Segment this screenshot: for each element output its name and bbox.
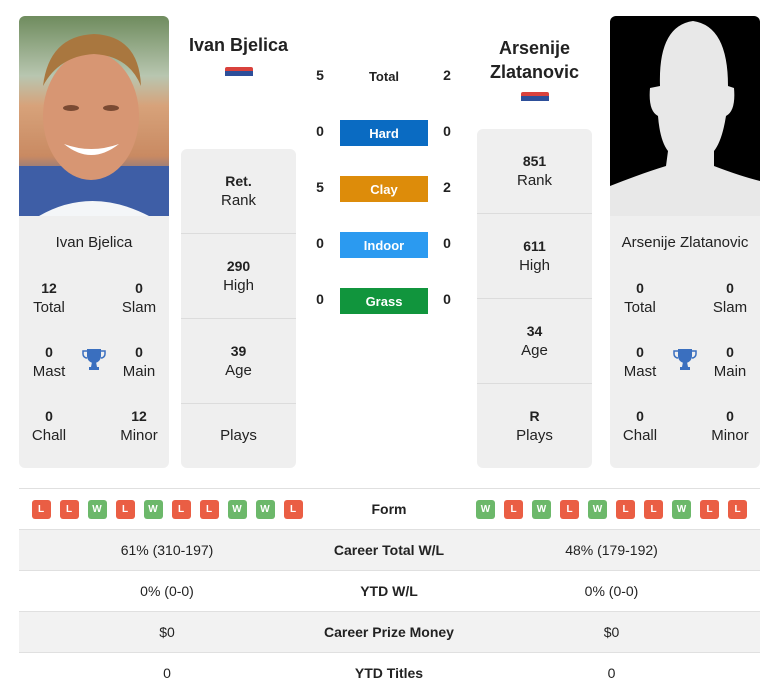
player1-prize-money: $0 <box>159 624 175 640</box>
h2h-total-label: Total <box>368 69 400 84</box>
player1-form: LLWLWLLWWL <box>19 499 315 519</box>
player2-form-badge: W <box>672 499 691 519</box>
player2-form-badge: L <box>728 499 747 519</box>
player1-form-badge: W <box>143 499 163 519</box>
h2h-grass-p1: 0 <box>316 291 324 307</box>
player1-form-badge: L <box>59 499 79 519</box>
player2-mast-titles: 0 Mast <box>623 344 657 380</box>
ytd-titles-row: 0 YTD Titles 0 <box>19 652 760 693</box>
player1-titles-card: Ivan Bjelica 12 Total 0 Slam 0 Mast 0 Main 0… <box>19 216 169 468</box>
trophy-icon <box>82 347 106 376</box>
player2-minor-titles: 0 Minor <box>711 408 749 444</box>
player2-name[interactable]: Arsenije Zlatanovic <box>477 36 592 84</box>
h2h-hard-p1: 0 <box>316 123 324 139</box>
player1-name[interactable]: Ivan Bjelica <box>181 33 296 57</box>
player2-form-badge: W <box>588 499 607 519</box>
player1-rank: Ret. Rank <box>181 149 296 234</box>
serbia-flag-icon <box>521 92 549 105</box>
player2-form-badge: L <box>644 499 663 519</box>
player1-main-titles: 0 Main <box>122 344 156 380</box>
player2-titles-card: Arsenije Zlatanovic 0 Total 0 Slam 0 Mast 0… <box>610 216 760 468</box>
player1-mast-titles: 0 Mast <box>32 344 66 380</box>
h2h-indoor-p2: 0 <box>443 235 451 251</box>
player2-form-badge: L <box>616 499 635 519</box>
player2-total-titles: 0 Total <box>624 280 656 316</box>
player1-photo <box>19 16 169 216</box>
form-label: Form <box>371 501 407 517</box>
player2-prize-money: $0 <box>603 624 620 640</box>
player1-face-image <box>19 34 169 216</box>
player1-minor-titles: 12 Minor <box>120 408 158 444</box>
serbia-flag-icon <box>225 67 253 80</box>
player2-ytd-wl: 0% (0-0) <box>584 583 639 599</box>
h2h-total-p2: 2 <box>443 67 451 83</box>
player1-age: 39 Age <box>181 319 296 404</box>
surface-indoor-badge: Indoor <box>340 232 428 258</box>
ytd-wl-label: YTD W/L <box>360 583 418 599</box>
player2-photo <box>610 16 760 216</box>
prize-money-label: Career Prize Money <box>324 624 454 640</box>
ytd-titles-label: YTD Titles <box>354 665 424 681</box>
player2-form-badge: L <box>700 499 719 519</box>
player2-chall-titles: 0 Chall <box>622 408 658 444</box>
player2-rank-card: 851 Rank 611 High 34 Age R Plays <box>477 129 592 468</box>
h2h-total-p1: 5 <box>316 67 324 83</box>
player1-slam-titles: 0 Slam <box>121 280 157 316</box>
player1-ytd-wl: 0% (0-0) <box>140 583 194 599</box>
ytd-wl-row: 0% (0-0) YTD W/L 0% (0-0) <box>19 570 760 611</box>
player1-plays: Plays <box>220 427 257 444</box>
player2-form-badge: W <box>476 499 495 519</box>
player1-high: 290 High <box>181 234 296 319</box>
player2-rank: 851 Rank <box>477 129 592 214</box>
player2-ytd-titles: 0 <box>607 665 616 681</box>
surface-hard-badge: Hard <box>340 120 428 146</box>
player2-plays: R Plays <box>516 408 553 444</box>
player1-form-badge: W <box>255 499 275 519</box>
player1-chall-titles: 0 Chall <box>31 408 67 444</box>
player2-card-name: Arsenije Zlatanovic <box>621 234 749 251</box>
player2-high: 611 High <box>477 214 592 299</box>
trophy-icon <box>673 347 697 376</box>
player1-form-badge: L <box>283 499 303 519</box>
player1-ytd-titles: 0 <box>163 665 171 681</box>
form-row: LLWLWLLWWL Form WLWLWLLWLL <box>19 488 760 529</box>
h2h-grass-p2: 0 <box>443 291 451 307</box>
player1-form-badge: L <box>199 499 219 519</box>
player2-form-badge: L <box>560 499 579 519</box>
player1-form-badge: L <box>31 499 51 519</box>
career-wl-row: 61% (310-197) Career Total W/L 48% (179-… <box>19 529 760 570</box>
player1-form-badge: L <box>171 499 191 519</box>
player1-form-badge: W <box>227 499 247 519</box>
player1-form-badge: L <box>115 499 135 519</box>
player2-slam-titles: 0 Slam <box>712 280 748 316</box>
player2-age: 34 Age <box>477 299 592 384</box>
player1-total-titles: 12 Total <box>33 280 65 316</box>
h2h-hard-p2: 0 <box>443 123 451 139</box>
h2h-indoor-p1: 0 <box>316 235 324 251</box>
player1-career-wl: 61% (310-197) <box>120 542 214 558</box>
h2h-clay-p2: 2 <box>443 179 451 195</box>
silhouette-placeholder-image <box>610 21 760 216</box>
career-wl-label: Career Total W/L <box>333 542 445 558</box>
surface-clay-badge: Clay <box>340 176 428 202</box>
player1-card-name: Ivan Bjelica <box>55 234 133 251</box>
player2-form-badge: L <box>504 499 523 519</box>
prize-money-row: $0 Career Prize Money $0 <box>19 611 760 652</box>
player2-form-badge: W <box>532 499 551 519</box>
h2h-clay-p1: 5 <box>316 179 324 195</box>
player2-form: WLWLWLLWLL <box>463 499 760 519</box>
player1-rank-card: Ret. Rank 290 High 39 Age Plays <box>181 149 296 468</box>
player2-main-titles: 0 Main <box>713 344 747 380</box>
player1-form-badge: W <box>87 499 107 519</box>
surface-grass-badge: Grass <box>340 288 428 314</box>
player2-career-wl: 48% (179-192) <box>565 542 658 558</box>
